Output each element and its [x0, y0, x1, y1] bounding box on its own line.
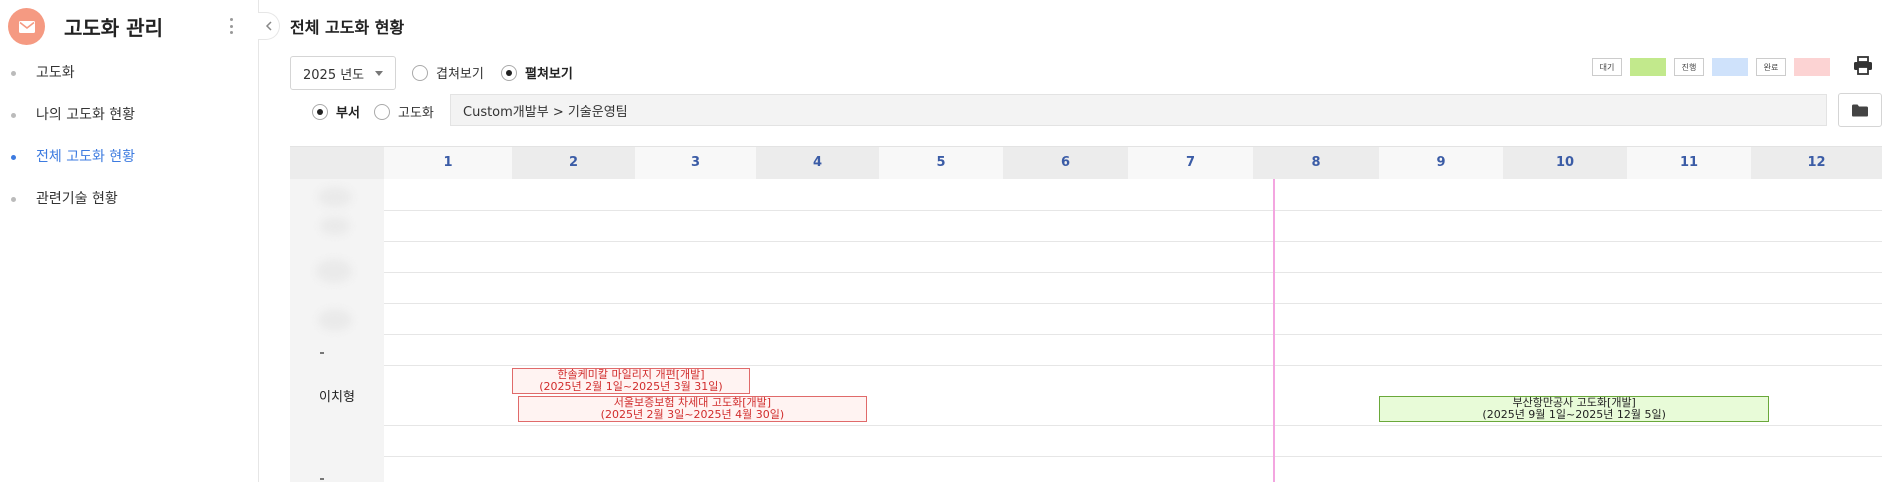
month-header: 6: [1003, 147, 1128, 179]
print-button[interactable]: [1852, 56, 1874, 76]
month-header: 11: [1627, 147, 1751, 179]
blurred-name: [318, 187, 352, 207]
legend-label-done: 완료: [1756, 58, 1786, 76]
row-divider: [384, 303, 1882, 304]
radio-circle: [374, 103, 390, 120]
folder-icon: [1852, 104, 1868, 116]
sidebar-item-enhancement[interactable]: 고도화: [0, 52, 258, 94]
radio-label: 고도화: [398, 106, 434, 121]
more-options-icon[interactable]: [227, 14, 235, 38]
blurred-name: [316, 259, 352, 283]
month-header: 2: [512, 147, 635, 179]
page-title: 전체 고도화 현황: [290, 18, 405, 37]
name-column: [290, 179, 384, 482]
schedule-bar-dates: (2025년 2월 1일~2025년 3월 31일): [539, 380, 723, 393]
row-divider: [384, 334, 1882, 335]
radio-group-department[interactable]: 부서: [312, 102, 360, 121]
row-divider: [384, 425, 1882, 426]
row-divider: [384, 365, 1882, 366]
row-divider: [384, 456, 1882, 457]
row-divider: [384, 241, 1882, 242]
year-select-value: 2025 년도: [303, 67, 365, 83]
legend-swatch-waiting: [1630, 58, 1666, 76]
folder-button[interactable]: [1838, 93, 1882, 127]
printer-icon: [1854, 56, 1872, 75]
sidebar-menu: 고도화 나의 고도화 현황 전체 고도화 현황 관련기술 현황: [0, 52, 258, 220]
blurred-name: [320, 217, 350, 235]
marker: [320, 352, 324, 354]
radio-circle-selected: [312, 103, 328, 120]
month-header: 3: [635, 147, 756, 179]
caret-down-icon: [375, 71, 383, 76]
month-header: 8: [1253, 147, 1379, 179]
app-title: 고도화 관리: [64, 16, 163, 40]
collapse-sidebar-button[interactable]: [258, 12, 280, 40]
legend-swatch-progress: [1712, 58, 1748, 76]
schedule-bar[interactable]: 서울보증보험 차세대 고도화[개발] (2025년 2월 3일~2025년 4월 …: [518, 396, 867, 422]
header-corner: [290, 147, 384, 179]
legend-label-progress: 진행: [1674, 58, 1704, 76]
legend-swatch-done: [1794, 58, 1830, 76]
department-path-field[interactable]: Custom개발부 > 기술운영팀: [450, 94, 1827, 126]
radio-circle: [412, 64, 428, 81]
chevron-left-icon: [265, 21, 272, 31]
month-header: 5: [879, 147, 1003, 179]
month-header: 4: [756, 147, 879, 179]
radio-label: 겹쳐보기: [436, 67, 484, 82]
radio-overlap-view[interactable]: 겹쳐보기: [412, 63, 484, 82]
schedule-bar[interactable]: 부산항만공사 고도화[개발] (2025년 9월 1일~2025년 12월 5일): [1379, 396, 1770, 422]
month-header: 7: [1128, 147, 1253, 179]
current-date-line: [1273, 179, 1276, 482]
sidebar: 고도화 관리 고도화 나의 고도화 현황 전체 고도화 현황 관련기술 현황: [0, 0, 259, 482]
schedule-bar-dates: (2025년 2월 3일~2025년 4월 30일): [600, 408, 785, 421]
year-select[interactable]: 2025 년도: [290, 56, 396, 90]
timeline-header: 1 2 3 4 5 6 7 8 9 10 11 12: [290, 146, 1882, 179]
legend-label-waiting: 대기: [1592, 58, 1622, 76]
row-divider: [384, 210, 1882, 211]
month-header: 12: [1751, 147, 1882, 179]
month-header: 10: [1503, 147, 1627, 179]
radio-label: 펼쳐보기: [525, 67, 573, 82]
blurred-name: [318, 309, 352, 331]
sidebar-item-tech-status[interactable]: 관련기술 현황: [0, 178, 258, 220]
radio-label: 부서: [336, 106, 360, 121]
timeline-grid: 1 2 3 4 5 6 7 8 9 10 11 12 이치형 한솔케미칼 마일리지 개편[개발] (20…: [290, 146, 1882, 482]
mail-icon: [18, 20, 35, 33]
app-logo: [8, 8, 45, 45]
person-name: 이치형: [319, 390, 355, 405]
marker: [320, 478, 324, 480]
department-path-value: Custom개발부 > 기술운영팀: [463, 104, 628, 120]
sidebar-item-all-status[interactable]: 전체 고도화 현황: [0, 136, 258, 178]
radio-expand-view[interactable]: 펼쳐보기: [501, 63, 573, 82]
sidebar-item-my-status[interactable]: 나의 고도화 현황: [0, 94, 258, 136]
schedule-bar-dates: (2025년 9월 1일~2025년 12월 5일): [1482, 408, 1666, 421]
radio-group-enhancement[interactable]: 고도화: [374, 102, 434, 121]
month-header: 1: [384, 147, 512, 179]
row-divider: [384, 272, 1882, 273]
schedule-bar[interactable]: 한솔케미칼 마일리지 개편[개발] (2025년 2월 1일~2025년 3월 3…: [512, 368, 750, 394]
radio-circle-selected: [501, 64, 517, 81]
month-header: 9: [1379, 147, 1503, 179]
